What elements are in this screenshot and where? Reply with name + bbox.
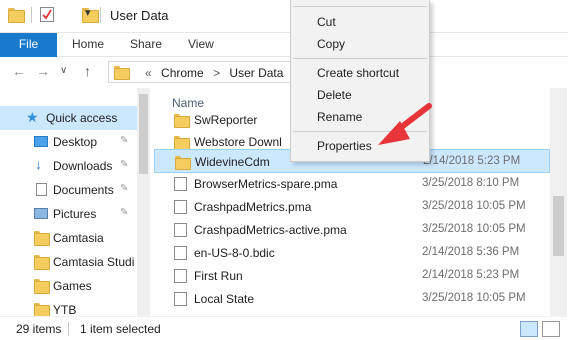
- annotation-arrow-icon: [378, 103, 432, 145]
